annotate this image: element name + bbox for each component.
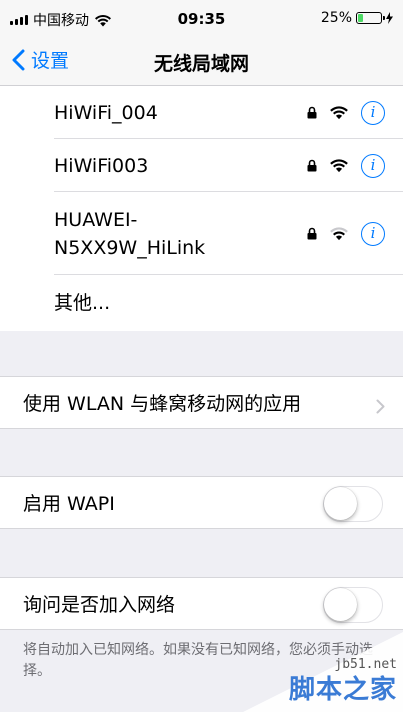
network-row[interactable]: HUAWEI- N5XX9W_HiLink i [0,192,403,275]
toggle-knob [324,487,357,520]
navigation-bar: 设置 无线局域网 [0,36,403,86]
network-list: HiWiFi_004 i HiWiFi003 i HUAWEI- N5XX9W_… [0,86,403,331]
lock-icon [307,106,317,119]
other-network-row[interactable]: 其他... [0,275,403,331]
ask-join-toggle[interactable] [323,587,383,623]
info-button[interactable]: i [361,221,385,246]
lock-icon [307,227,317,240]
other-network-label: 其他... [54,292,111,314]
chevron-right-icon [376,395,385,419]
status-right: 25% [321,10,393,26]
wapi-label: 启用 WAPI [23,493,115,515]
wlan-cellular-apps-row[interactable]: 使用 WLAN 与蜂窝移动网的应用 [0,376,403,429]
wifi-signal-icon [330,227,348,241]
info-button[interactable]: i [361,100,385,125]
battery-icon [356,12,385,24]
toggle-knob [324,588,357,621]
ask-join-footer: 将自动加入已知网络。如果没有已知网络，您必须手动选择。 [23,642,373,679]
wapi-row: 启用 WAPI [0,476,403,529]
ask-join-label: 询问是否加入网络 [23,594,176,616]
battery-percent: 25% [320,10,352,26]
charging-bolt-icon [386,12,393,24]
status-bar: 中国移动 09:35 25% [0,0,403,36]
wlan-cellular-apps-label: 使用 WLAN 与蜂窝移动网的应用 [23,393,302,415]
wifi-signal-icon [330,106,348,120]
wapi-toggle[interactable] [323,486,383,522]
network-row[interactable]: HiWiFi_004 i [0,86,403,139]
wifi-signal-icon [330,159,348,173]
ask-join-row: 询问是否加入网络 [0,577,403,630]
page-title: 无线局域网 [153,53,249,75]
lock-icon [307,159,317,172]
network-row[interactable]: HiWiFi003 i [0,139,403,192]
info-button[interactable]: i [361,153,385,178]
